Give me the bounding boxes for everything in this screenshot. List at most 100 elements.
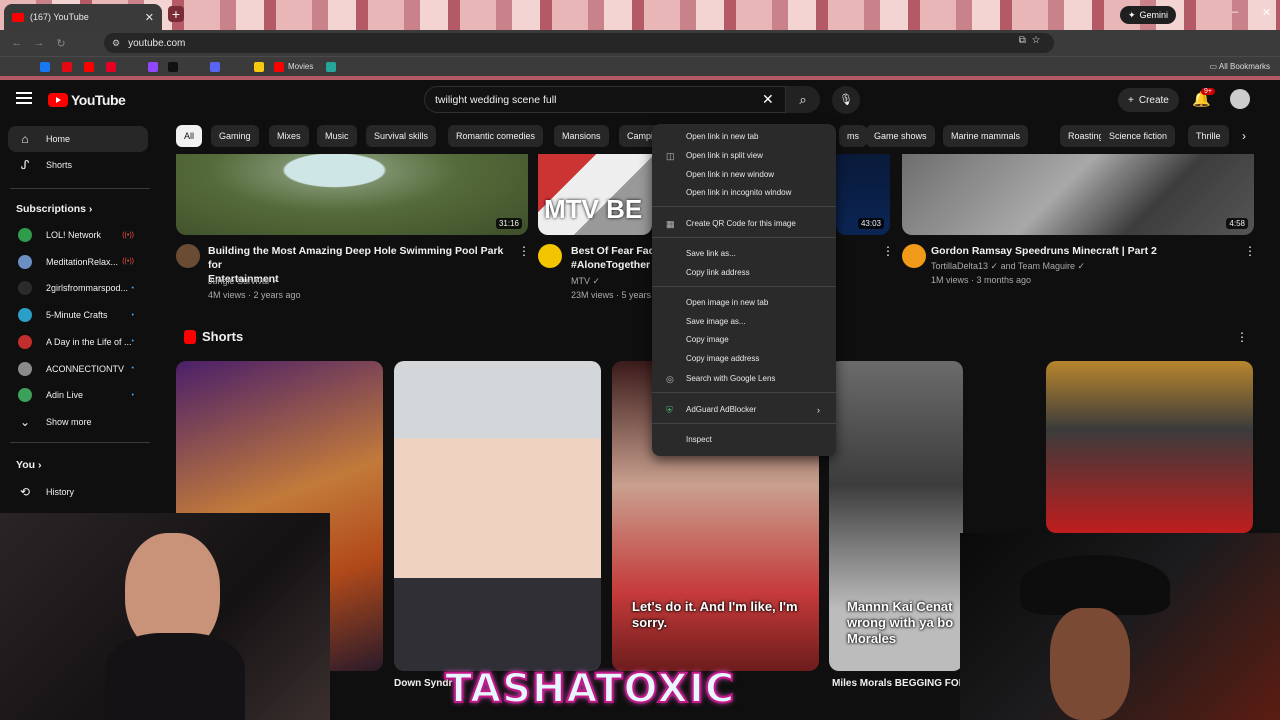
subscriptions-heading[interactable]: Subscriptions ›: [16, 203, 92, 215]
chip[interactable]: Marine mammals: [943, 125, 1029, 147]
bookmark-star-icon[interactable]: ⧉☆: [1019, 35, 1046, 46]
more-actions-icon[interactable]: ⋮: [1244, 244, 1256, 258]
more-actions-icon[interactable]: ⋮: [882, 244, 894, 258]
menu-copy-image[interactable]: Copy image: [652, 331, 836, 349]
bookmark-icon[interactable]: [326, 62, 336, 72]
menu-copy-image-address[interactable]: Copy image address: [652, 350, 836, 368]
discord-bookmark-icon[interactable]: [210, 62, 220, 72]
menu-divider: [652, 237, 836, 238]
video-channel[interactable]: MTV ✓: [571, 274, 600, 288]
sidebar-channel[interactable]: Adin Live •: [8, 382, 148, 408]
movies-bookmark-icon[interactable]: [274, 62, 284, 72]
sidebar-item-home[interactable]: ⌂ Home: [8, 126, 148, 152]
clear-search-icon[interactable]: ✕: [762, 91, 774, 108]
channel-avatar[interactable]: [538, 244, 562, 268]
close-window-icon[interactable]: ✕: [1262, 6, 1271, 19]
account-avatar[interactable]: [1230, 89, 1250, 109]
sidebar-channel[interactable]: MeditationRelax... ((•)): [8, 249, 148, 275]
new-tab-button[interactable]: +: [168, 6, 184, 22]
video-channel[interactable]: TortillaDelta13 ✓ and Team Maguire ✓: [931, 259, 1085, 273]
facebook-bookmark-icon[interactable]: [40, 62, 50, 72]
chip[interactable]: Mansions: [554, 125, 609, 147]
short-card[interactable]: Mannn Kai Cenat wrong with ya bo Morales: [829, 361, 963, 671]
channel-avatar[interactable]: [902, 244, 926, 268]
channel-name: MeditationRelax...: [46, 256, 119, 267]
video-channel[interactable]: Jungle Survival ✓: [208, 274, 279, 288]
menu-create-qr-code[interactable]: ▦ Create QR Code for this image: [652, 215, 836, 233]
pinterest-bookmark-icon[interactable]: [106, 62, 116, 72]
video-title[interactable]: Best Of Fear Fact #AloneTogether: [571, 244, 655, 272]
gemini-button[interactable]: ✦ Gemini: [1120, 6, 1177, 24]
video-thumbnail[interactable]: MTV BE: [538, 154, 652, 235]
chip[interactable]: Romantic comedies: [448, 125, 544, 147]
you-heading[interactable]: You ›: [16, 459, 41, 471]
menu-open-link-new-tab[interactable]: Open link in new tab: [652, 128, 836, 146]
sidebar-item-history[interactable]: ⟲ History: [8, 479, 148, 505]
chip[interactable]: Thrille: [1188, 125, 1229, 147]
minimize-icon[interactable]: –: [1232, 6, 1238, 18]
bookmark-icon[interactable]: [254, 62, 264, 72]
sidebar-channel[interactable]: 5-Minute Crafts •: [8, 302, 148, 328]
forward-icon[interactable]: →: [28, 37, 50, 49]
menu-search-google-lens[interactable]: ◎ Search with Google Lens: [652, 370, 836, 388]
menu-open-link-split-view[interactable]: ◫ Open link in split view: [652, 147, 836, 165]
menu-open-link-new-window[interactable]: Open link in new window: [652, 166, 836, 184]
site-info-icon[interactable]: ⚙: [112, 38, 120, 49]
netflix-bookmark-icon[interactable]: [62, 62, 72, 72]
short-title[interactable]: Down Syndr: [394, 678, 452, 689]
chips-next-arrow-icon[interactable]: ›: [1242, 125, 1246, 147]
address-bar[interactable]: ⚙ youtube.com ⧉☆: [104, 33, 1054, 53]
all-bookmarks[interactable]: ▭ All Bookmarks: [1210, 62, 1270, 71]
streamer-watermark: TASHATOXIC: [444, 665, 736, 713]
movies-bookmark[interactable]: Movies: [288, 62, 313, 71]
search-input[interactable]: twilight wedding scene full: [424, 86, 786, 113]
back-icon[interactable]: ←: [6, 37, 28, 49]
menu-save-link-as[interactable]: Save link as...: [652, 245, 836, 263]
chip[interactable]: Survival skills: [366, 125, 437, 147]
plus-icon: +: [1128, 94, 1134, 106]
video-thumbnail[interactable]: 43:03: [836, 154, 890, 235]
video-title[interactable]: Gordon Ramsay Speedruns Minecraft | Part…: [931, 244, 1231, 258]
adguard-shield-icon: ⛨: [666, 405, 673, 415]
tab-close-icon[interactable]: ✕: [145, 11, 154, 24]
video-thumbnail[interactable]: 4:58: [902, 154, 1254, 235]
sidebar-channel[interactable]: LOL! Network ((•)): [8, 222, 148, 248]
menu-inspect[interactable]: Inspect: [652, 431, 836, 449]
sidebar-channel[interactable]: ACONNECTIONTV •: [8, 356, 148, 382]
video-thumbnail[interactable]: 31:16: [176, 154, 528, 235]
chip[interactable]: Science fiction: [1101, 125, 1176, 147]
chip[interactable]: Music: [317, 125, 357, 147]
chip[interactable]: All: [176, 125, 203, 147]
menu-save-image-as[interactable]: Save image as...: [652, 313, 836, 331]
more-actions-icon[interactable]: ⋮: [518, 244, 530, 258]
youtube-bookmark-icon[interactable]: [84, 62, 94, 72]
search-button[interactable]: ⌕: [786, 86, 820, 113]
chip[interactable]: Game shows: [866, 125, 935, 147]
short-card[interactable]: [1046, 361, 1253, 533]
youtube-logo[interactable]: YouTube: [48, 92, 126, 108]
channel-avatar[interactable]: [176, 244, 200, 268]
submenu-arrow-icon: ›: [817, 405, 820, 415]
create-button[interactable]: + Create: [1118, 88, 1179, 112]
sidebar-channel[interactable]: A Day in the Life of ... •: [8, 329, 148, 355]
x-bookmark-icon[interactable]: [168, 62, 178, 72]
menu-icon[interactable]: [16, 92, 32, 104]
chip[interactable]: ms: [839, 125, 867, 147]
short-title[interactable]: Miles Morals BEGGING FOR: [832, 678, 966, 689]
menu-adguard-adblocker[interactable]: ⛨ AdGuard AdBlocker ›: [652, 401, 836, 419]
sidebar-item-shorts[interactable]: ᔑ Shorts: [8, 152, 148, 178]
voice-search-button[interactable]: 🎙: [832, 86, 860, 114]
twitch-bookmark-icon[interactable]: [148, 62, 158, 72]
show-more-button[interactable]: ⌄ Show more: [8, 409, 148, 435]
menu-open-link-incognito[interactable]: Open link in incognito window: [652, 184, 836, 202]
chip[interactable]: Mixes: [269, 125, 309, 147]
browser-tab-youtube[interactable]: (167) YouTube ✕: [4, 4, 162, 30]
menu-copy-link-address[interactable]: Copy link address: [652, 264, 836, 282]
chip[interactable]: Gaming: [211, 125, 259, 147]
video-meta: 4M views · 2 years ago: [208, 290, 301, 300]
shorts-more-icon[interactable]: ⋮: [1236, 330, 1248, 344]
reload-icon[interactable]: ↻: [50, 37, 72, 50]
sidebar-channel[interactable]: 2girlsfrommarspod... •: [8, 275, 148, 301]
short-card[interactable]: [394, 361, 601, 671]
menu-open-image-new-tab[interactable]: Open image in new tab: [652, 294, 836, 312]
